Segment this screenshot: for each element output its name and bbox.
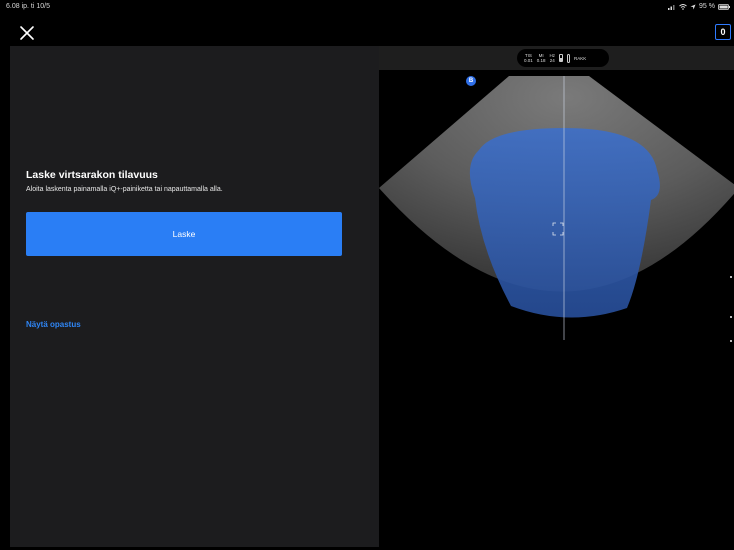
status-bar: 6.08 ip. ti 10/5 95 % [0, 0, 734, 16]
close-icon[interactable] [18, 24, 36, 42]
left-panel [10, 46, 379, 547]
imaging-param-pill: TIS 0.01 MI 0.18 Hz 24 RAKK [517, 49, 609, 67]
imaging-param-bar: TIS 0.01 MI 0.18 Hz 24 RAKK [379, 46, 734, 70]
panel-title: Laske virtsarakon tilavuus [26, 169, 158, 181]
param-mi-value: 0.18 [536, 58, 546, 63]
param-mi: MI 0.18 [537, 53, 546, 64]
probe-battery-icon [559, 54, 564, 62]
signal-icon [668, 4, 675, 10]
param-tis-value: 0.01 [524, 58, 533, 63]
wifi-icon [679, 3, 687, 10]
preset-mode: RAKK [574, 55, 587, 61]
depth-scale [730, 276, 732, 342]
status-time: 6.08 ip. ti 10/5 [6, 3, 50, 10]
ultrasound-image [379, 76, 734, 340]
bladder-overlay [469, 128, 660, 318]
count-badge[interactable]: 0 [715, 24, 731, 40]
param-tis: TIS 0.01 [524, 53, 533, 64]
calculate-button[interactable]: Laske [26, 212, 342, 256]
panel-subtitle: Aloita laskenta painamalla iQ+-painikett… [26, 186, 223, 193]
location-icon [690, 4, 696, 9]
battery-icon [718, 3, 730, 10]
status-icons: 95 % [668, 3, 730, 10]
show-guide-link[interactable]: Näytä opastus [26, 320, 81, 329]
battery-percent: 95 % [699, 3, 715, 10]
thermometer-icon [567, 53, 571, 63]
param-hz-value: 24 [549, 58, 555, 63]
param-hz: Hz 24 [550, 53, 556, 64]
orientation-marker: B [466, 76, 476, 86]
